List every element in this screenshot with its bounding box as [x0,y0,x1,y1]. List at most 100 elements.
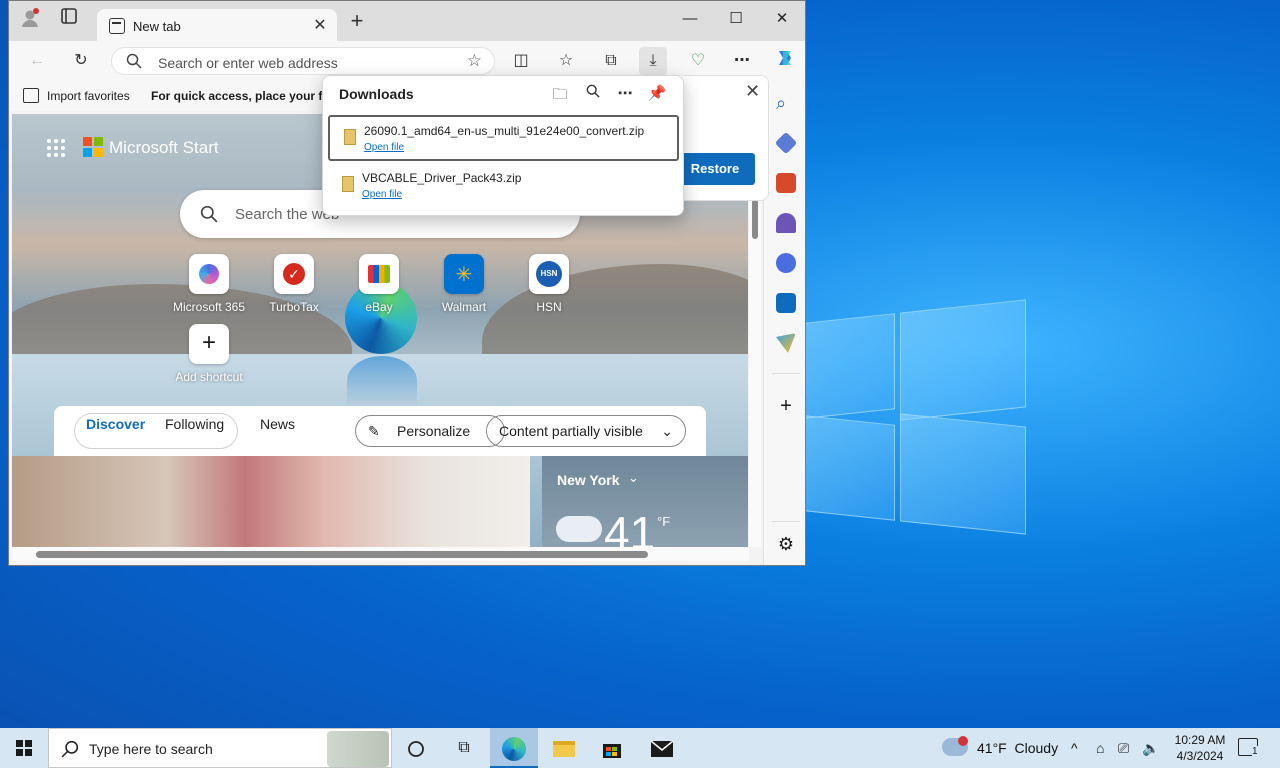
drop-icon[interactable] [776,333,796,353]
turbotax-icon: ✓ [274,254,314,294]
download-item[interactable]: 26090.1_amd64_en-us_multi_91e24e00_conve… [328,115,679,161]
restore-button[interactable]: Restore [675,153,755,185]
microsoft-logo-icon [83,137,103,157]
favorite-star-icon[interactable]: ☆ [467,51,482,71]
microsoft-store-icon[interactable] [588,728,636,768]
sidebar-divider [772,373,800,374]
edge-browser-window: New tab ✕ + — ☐ ✕ ← ↻ Search or enter we… [8,0,806,566]
downloads-icon[interactable]: ⤓ [639,47,667,75]
back-button[interactable]: ← [23,47,51,75]
games-icon[interactable] [776,213,796,233]
split-screen-icon[interactable]: ◫ [507,47,535,75]
tab-new-tab[interactable]: New tab ✕ [97,9,337,43]
volume-muted-icon[interactable]: 🔈 [1142,740,1159,757]
weather-temperature: 41 [604,507,656,547]
ebay-bag-icon [359,254,399,294]
chevron-up-icon[interactable]: ^ [1071,740,1078,756]
new-tab-button[interactable]: + [343,7,371,35]
taskbar-search-box[interactable]: Type here to search [48,728,392,768]
task-view-icon[interactable]: ⧉ [440,728,488,768]
search-icon[interactable]: ⌕ [776,93,796,113]
shortcut-label: HSN [536,300,562,314]
minimize-button[interactable]: — [667,5,713,33]
search-icon[interactable] [582,84,604,106]
tab-discover[interactable]: Discover [86,416,145,432]
weather-card[interactable]: New York ⌄ 41 °F [542,456,748,547]
apps-grid-icon[interactable] [46,138,66,158]
shortcut-label: Walmart [441,300,487,314]
pin-icon[interactable]: 📌 [646,84,668,106]
add-sidebar-app-icon[interactable]: + [776,396,796,416]
system-clock[interactable]: 10:29 AM 4/3/2024 [1160,732,1240,764]
download-item[interactable]: VBCABLE_Driver_Pack43.zip Open file [328,164,679,210]
add-shortcut-button[interactable]: + Add shortcut [169,324,249,394]
mail-icon[interactable] [638,728,686,768]
collections-icon[interactable]: ⧉ [597,47,625,75]
personalize-label: Personalize [397,423,471,439]
taskbar-weather-text[interactable]: 41°F Cloudy [977,740,1058,756]
hsn-icon: HSN [529,254,569,294]
open-file-link[interactable]: Open file [364,142,404,153]
content-visibility-dropdown[interactable]: Content partially visible ⌄ [486,415,686,447]
taskbar-search-text: Type here to search [89,741,213,757]
notification-count: 1 [1252,746,1258,757]
folder-icon[interactable]: 🗀 [549,84,571,106]
news-card-image[interactable] [12,456,530,547]
personalize-button[interactable]: ✎ Personalize [355,415,505,447]
shortcut-label: TurboTax [269,300,319,314]
downloads-flyout: Downloads 🗀 ⋯ 📌 26090.1_amd64_en-us_mult… [322,75,684,216]
refresh-button[interactable]: ↻ [67,47,95,75]
tab-actions-icon[interactable] [55,7,83,35]
windows-desktop-logo [805,296,1030,536]
settings-more-icon[interactable]: ⋯ [728,47,756,75]
close-tab-icon[interactable]: ✕ [311,15,329,35]
open-file-link[interactable]: Open file [362,189,402,200]
tab-news[interactable]: News [260,416,295,432]
shopping-tag-icon[interactable] [774,131,798,155]
import-favorites-link[interactable]: Import favorites [47,89,130,103]
search-icon [61,740,79,758]
taskbar: Type here to search ⧉ 41°F Cloudy ^ ⌂ ⎚ … [0,728,1280,768]
shortcut-ebay[interactable]: eBay [339,254,419,324]
profile-icon[interactable] [17,7,45,35]
chevron-down-icon[interactable]: ⌄ [628,470,639,486]
add-shortcut-label: Add shortcut [175,370,243,384]
clock-date: 4/3/2024 [1176,749,1224,763]
edge-taskbar-icon[interactable] [490,728,538,768]
download-filename: VBCABLE_Driver_Pack43.zip [362,171,522,185]
microsoft-365-icon[interactable] [776,253,796,273]
plus-icon: + [189,324,229,364]
close-icon[interactable]: ✕ [745,81,760,102]
close-window-button[interactable]: ✕ [759,5,805,33]
network-icon[interactable]: ⎚ [1118,740,1129,757]
scroll-thumb[interactable] [752,199,758,239]
outlook-icon[interactable] [776,293,796,313]
address-placeholder: Search or enter web address [158,55,338,71]
shortcut-microsoft-365[interactable]: Microsoft 365 [169,254,249,324]
favorites-hint: For quick access, place your fa [151,89,330,103]
pen-icon: ✎ [368,423,380,439]
meet-now-icon[interactable]: ⌂ [1096,740,1104,756]
file-explorer-icon[interactable] [540,728,588,768]
shortcut-walmart[interactable]: ✳ Walmart [424,254,504,324]
tab-following[interactable]: Following [165,416,224,432]
downloads-title: Downloads [339,86,414,102]
address-bar[interactable]: Search or enter web address ☆ [111,47,495,75]
horizontal-scrollbar[interactable] [12,547,749,561]
copilot-icon[interactable] [771,47,799,75]
shortcut-hsn[interactable]: HSN HSN [509,254,589,324]
scroll-thumb[interactable] [36,551,648,558]
tools-icon[interactable] [776,173,796,193]
edge-logo-reflection [347,356,417,406]
edge-sidebar: ⌕ + ⚙ [763,81,805,565]
shortcut-turbotax[interactable]: ✓ TurboTax [254,254,334,324]
microsoft-365-icon [189,254,229,294]
start-button[interactable] [0,728,48,768]
more-options-icon[interactable]: ⋯ [614,84,636,106]
tab-title: New tab [133,19,181,34]
maximize-button[interactable]: ☐ [713,5,759,33]
browser-essentials-icon[interactable]: ♡ [684,47,712,75]
favorites-icon[interactable]: ☆ [552,47,580,75]
cortana-icon[interactable] [392,728,440,768]
gear-icon[interactable]: ⚙ [776,534,796,554]
